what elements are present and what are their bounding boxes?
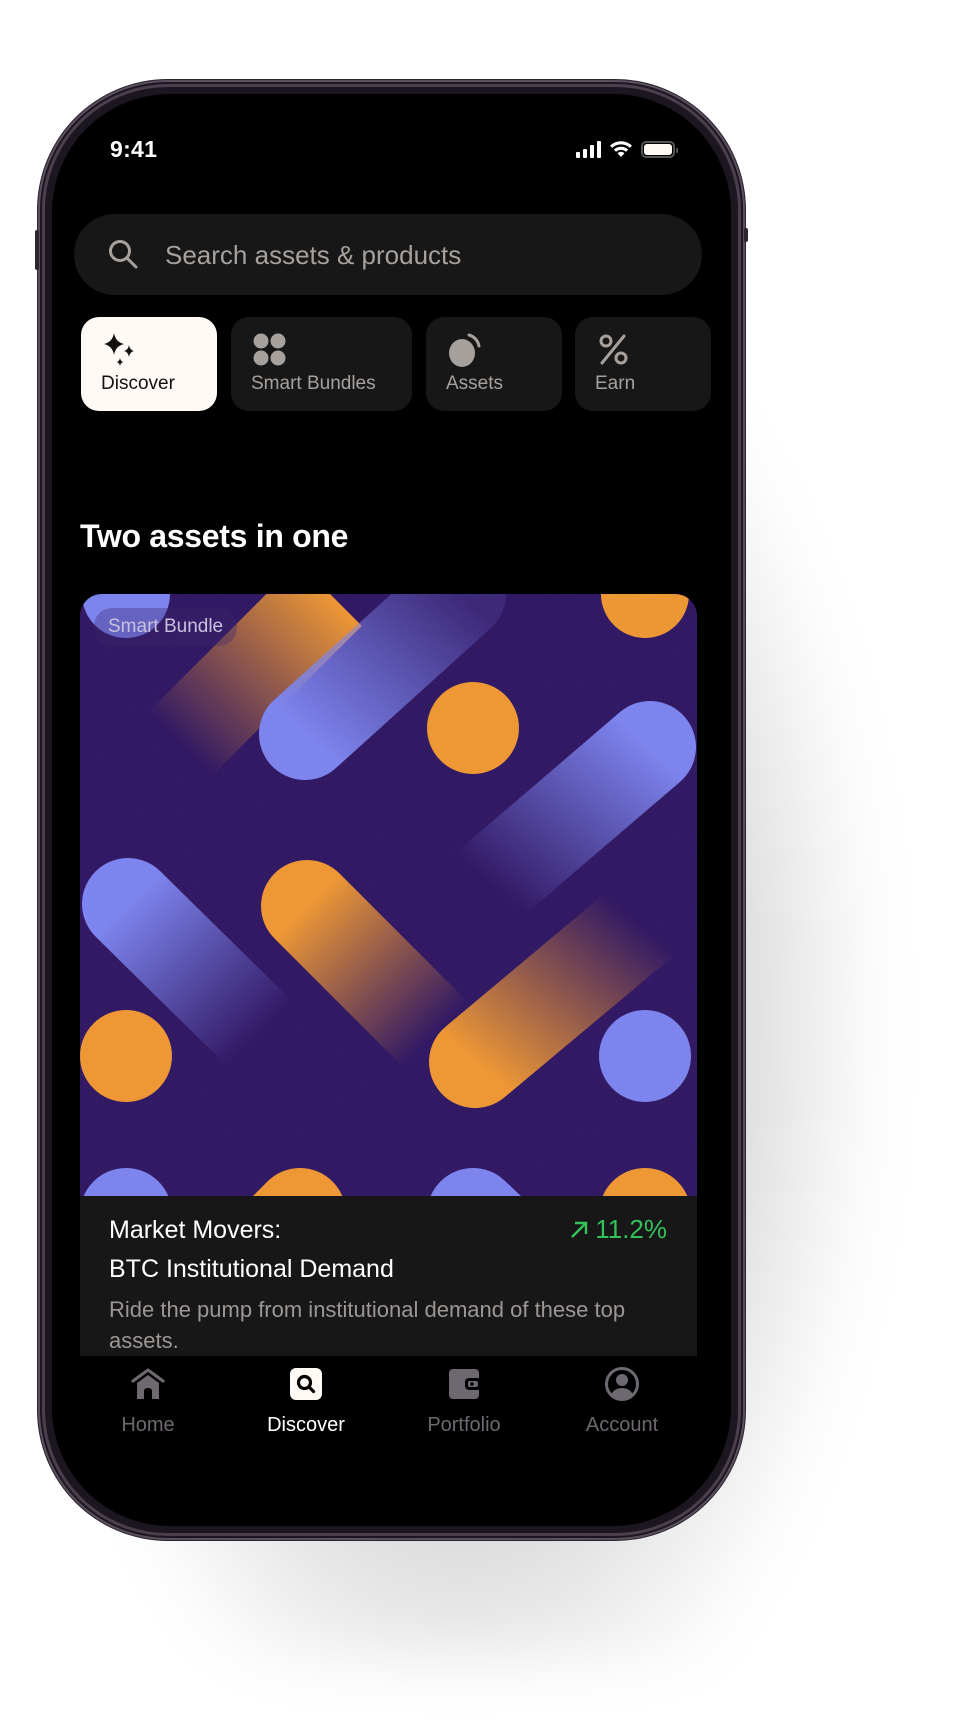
phone-frame: 9:41 Search assets & products Discover S…: [35, 80, 748, 1540]
chip-label: Smart Bundles: [251, 373, 376, 394]
chip-label: Discover: [101, 373, 175, 394]
card-description: Ride the pump from institutional demand …: [109, 1297, 626, 1353]
nav-account[interactable]: Account: [552, 1364, 692, 1437]
coin-icon: [449, 333, 481, 367]
category-chip-assets[interactable]: Assets: [426, 317, 562, 411]
status-time: 9:41: [110, 136, 158, 162]
smart-bundle-card[interactable]: Smart Bundle Market Movers: 11.2% BTC In…: [80, 594, 697, 1356]
nav-label: Discover: [267, 1414, 345, 1436]
performance-change: 11.2%: [569, 1214, 667, 1245]
account-icon: [602, 1364, 642, 1404]
nav-portfolio[interactable]: Portfolio: [394, 1364, 534, 1437]
bottom-nav: Home Discover Portfolio Account: [52, 1364, 731, 1474]
wallet-icon: [444, 1364, 484, 1404]
nav-label: Account: [585, 1414, 659, 1436]
change-value: 11.2%: [595, 1214, 667, 1244]
nav-discover[interactable]: Discover: [236, 1364, 376, 1437]
search-placeholder: Search assets & products: [165, 240, 462, 270]
percent-icon: [599, 334, 628, 365]
discover-search-icon: [286, 1364, 326, 1404]
side-button-right: [744, 228, 748, 242]
sparkles-icon: [104, 333, 134, 366]
battery-icon: [641, 140, 678, 158]
signal-icon: [576, 140, 601, 158]
chip-label: Assets: [446, 373, 504, 394]
side-button-left: [35, 230, 39, 270]
search-icon: [109, 240, 138, 269]
card-kicker: Market Movers:: [109, 1216, 282, 1244]
status-icons: [576, 140, 678, 158]
nav-label: Portfolio: [427, 1414, 501, 1436]
home-icon: [128, 1364, 168, 1404]
search-input[interactable]: Search assets & products: [74, 214, 702, 295]
arrow-up-right-icon: [571, 1221, 588, 1238]
smart-bundle-badge: Smart Bundle: [94, 608, 238, 646]
nav-label: Home: [121, 1414, 175, 1436]
nav-home[interactable]: Home: [78, 1364, 218, 1437]
abstract-pattern-art: [80, 594, 697, 1196]
bundle-dots-icon: [253, 333, 286, 366]
card-title: BTC Institutional Demand: [109, 1255, 394, 1283]
app-screen: 9:41 Search assets & products Discover S…: [52, 94, 731, 1526]
card-artwork: Smart Bundle: [80, 594, 697, 1196]
section-title: Two assets in one: [80, 518, 349, 554]
category-chip-smart-bundles[interactable]: Smart Bundles: [231, 317, 412, 411]
category-chip-earn[interactable]: Earn: [575, 317, 711, 411]
card-info: Market Movers: 11.2% BTC Institutional D…: [80, 1196, 697, 1356]
wifi-icon: [610, 141, 632, 157]
chip-label: Earn: [595, 373, 636, 394]
category-chip-discover[interactable]: Discover: [81, 317, 217, 411]
